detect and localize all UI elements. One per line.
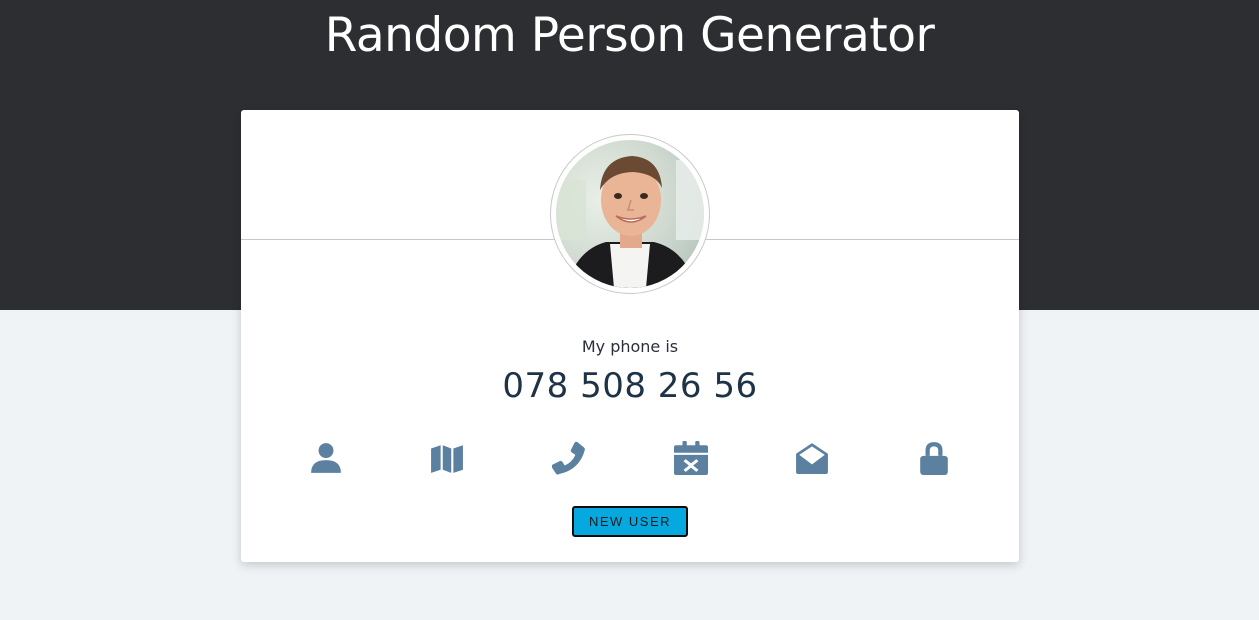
profile-card: My phone is 078 508 26 56 NEW USER [241, 110, 1019, 562]
info-value: 078 508 26 56 [502, 366, 758, 406]
info-icon-row [241, 438, 1019, 478]
new-user-button[interactable]: NEW USER [572, 506, 688, 537]
envelope-open-icon[interactable] [792, 438, 832, 478]
map-icon[interactable] [427, 438, 467, 478]
page-title: Random Person Generator [324, 8, 935, 63]
calendar-icon[interactable] [671, 438, 711, 478]
user-photo [556, 140, 704, 288]
info-label: My phone is [581, 337, 679, 356]
avatar [550, 134, 710, 294]
phone-icon[interactable] [549, 438, 589, 478]
lock-icon[interactable] [914, 438, 954, 478]
user-icon[interactable] [306, 438, 346, 478]
